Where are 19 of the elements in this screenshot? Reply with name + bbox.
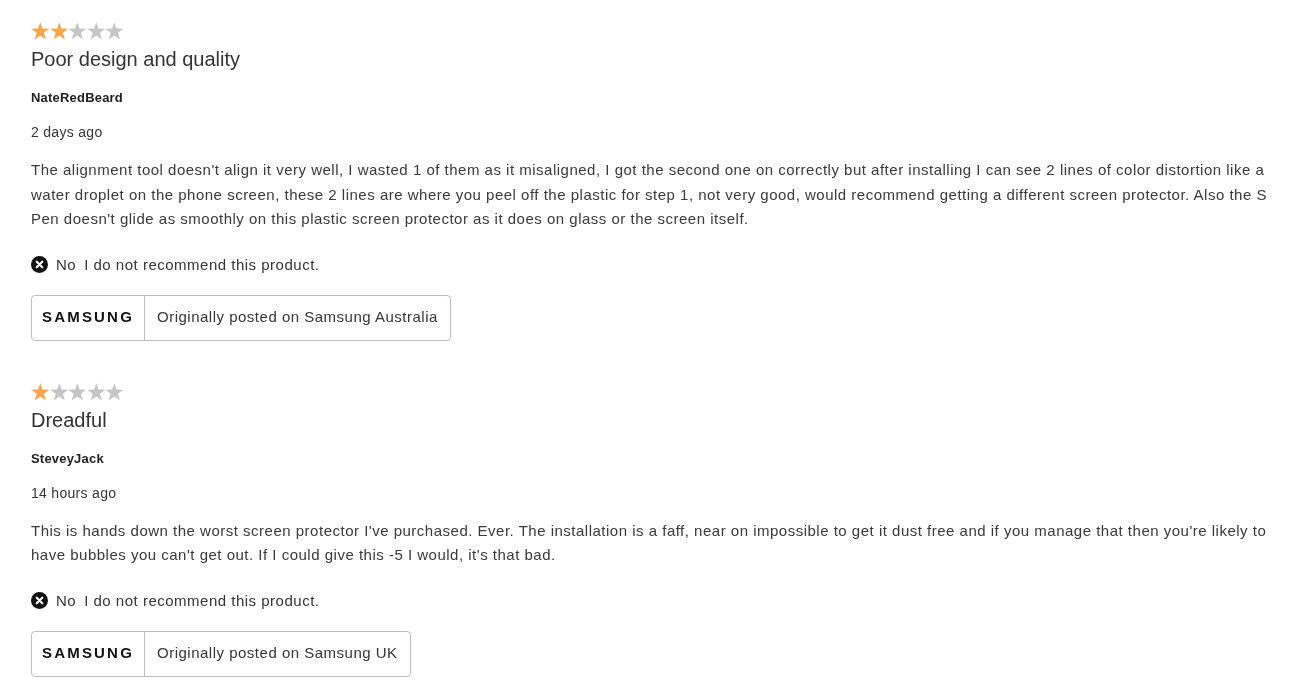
filled-star-icon (31, 22, 50, 40)
review-text: The alignment tool doesn't align it very well, I wasted 1 of them as it misaligned, I got the second one on correctly but after installing I can see 2 lines of color distortion like a water droplet on the phone screen, these 2 lines are where you peel off the plastic for step 1, not very good, would recommend getting a different screen protector. Also the S Pen doesn't glide as smoothly on this plastic screen protector as it does on glass or the screen itself. (31, 160, 1268, 229)
brand-logo: SAMSUNG (32, 631, 145, 676)
review-date: 2 days ago (31, 123, 104, 142)
source-text: Originally posted on Samsung UK (156, 643, 399, 664)
filled-star-icon (31, 382, 50, 401)
review-date: 14 hours ago (31, 483, 118, 503)
review-title: Poor design and quality (31, 47, 242, 72)
source-text: Originally posted on Samsung Australia (156, 307, 439, 328)
recommend-text: I do not recommend this product. (84, 254, 320, 275)
recommend-answer: No (56, 590, 77, 611)
filled-star-icon (49, 22, 69, 40)
recommend-answer: No (56, 254, 77, 275)
review-text: This is hands down the worst screen protector I've purchased. Ever. The installation is a faff, near on impossible to get it dust free and if you manage that then you're likely to have bubbles you can't get out. If I could give this -5 I would, it's that bad. (31, 520, 1268, 565)
review-title: Dreadful (31, 407, 108, 433)
author-name: SteveyJack (31, 449, 105, 468)
author-name: NateRedBeard (31, 89, 124, 107)
recommend-text: I do not recommend this product. (84, 590, 320, 611)
brand-logo: SAMSUNG (32, 295, 145, 340)
